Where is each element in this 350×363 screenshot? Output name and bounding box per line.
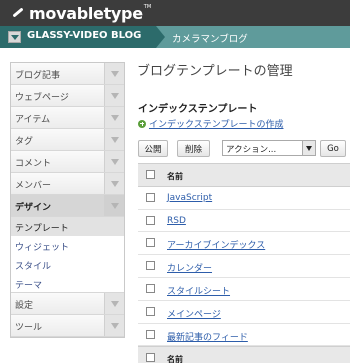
template-link[interactable]: カレンダー (167, 261, 212, 274)
create-template-link[interactable]: インデックステンプレートの作成 (138, 117, 283, 130)
movabletype-logo[interactable]: movabletype TM (10, 3, 151, 23)
row-checkbox[interactable] (146, 261, 155, 271)
template-link[interactable]: JavaScript (167, 193, 212, 203)
sidebar-item-label: アイテム (15, 115, 51, 125)
table-row: JavaScript (138, 186, 350, 210)
sidebar-subitem-label: テンプレート (15, 224, 69, 234)
section-title: インデックステンプレート (138, 104, 258, 115)
logo-trademark: TM (143, 4, 152, 10)
sidebar-nav: ブログ記事 ウェブページ アイテム タグ コメント メンバー デザイン テンプレ… (10, 62, 125, 338)
chevron-down-icon[interactable] (104, 107, 124, 128)
sidebar-item-label: ウェブページ (15, 93, 69, 103)
table-row: アーカイブインデックス (138, 232, 350, 256)
sidebar-subitem-label: スタイル (15, 262, 52, 272)
template-link[interactable]: アーカイブインデックス (167, 238, 265, 251)
template-link[interactable]: スタイルシート (167, 284, 230, 297)
table-row: RSD (138, 209, 350, 233)
chevron-down-icon[interactable] (104, 129, 124, 150)
row-checkbox[interactable] (146, 215, 155, 225)
chevron-down-icon[interactable] (104, 63, 124, 84)
sidebar-item-label: タグ (15, 137, 34, 147)
go-button[interactable]: Go (320, 140, 346, 157)
row-checkbox[interactable] (146, 283, 155, 293)
blog-dropdown-icon[interactable] (8, 31, 21, 43)
template-link[interactable]: メインページ (167, 307, 221, 320)
chevron-down-icon[interactable] (104, 315, 124, 336)
sidebar-item-design[interactable]: デザイン (11, 195, 124, 217)
logo-mark-icon (10, 5, 26, 21)
select-all-checkbox[interactable] (146, 170, 155, 179)
blog-selector[interactable]: GLASSY-VIDEO BLOG (0, 26, 165, 48)
sidebar-item-members[interactable]: メンバー (11, 173, 124, 195)
row-checkbox[interactable] (146, 306, 155, 316)
chevron-down-icon[interactable] (104, 173, 124, 194)
sidebar-item-label: デザイン (15, 203, 52, 213)
row-checkbox[interactable] (146, 329, 155, 339)
publish-button[interactable]: 公開 (138, 140, 168, 157)
sidebar-item-assets[interactable]: アイテム (11, 107, 124, 129)
chevron-down-icon[interactable] (302, 141, 315, 155)
page-title: ブログテンプレートの管理 (137, 64, 293, 79)
column-header-name[interactable]: 名前 (167, 171, 183, 182)
top-bar: movabletype TM (0, 0, 350, 26)
sidebar-item-label: 設定 (15, 301, 34, 311)
chevron-down-icon[interactable] (104, 195, 124, 216)
sidebar-item-label: ツール (15, 323, 43, 333)
sidebar-subitem-templates[interactable]: テンプレート (11, 217, 124, 236)
table-row: スタイルシート (138, 277, 350, 301)
action-select-value: アクション... (226, 145, 277, 155)
create-template-link-text[interactable]: インデックステンプレートの作成 (149, 117, 283, 130)
logo-text: movabletype (29, 3, 143, 23)
template-link[interactable]: 最新記事のフィード (167, 330, 248, 343)
chevron-down-icon[interactable] (104, 85, 124, 106)
sidebar-item-tools[interactable]: ツール (11, 315, 124, 337)
sidebar-item-label: コメント (15, 159, 52, 169)
blog-bar: GLASSY-VIDEO BLOG カメラマンブログ (0, 26, 350, 48)
sidebar-subitem-label: テーマ (15, 281, 43, 291)
action-select[interactable]: アクション... (222, 140, 316, 156)
row-checkbox[interactable] (146, 192, 155, 202)
sidebar-item-entries[interactable]: ブログ記事 (11, 63, 124, 85)
sidebar-item-comments[interactable]: コメント (11, 151, 124, 173)
sidebar-subitem-themes[interactable]: テーマ (11, 274, 124, 293)
table-row: カレンダー (138, 255, 350, 278)
template-link[interactable]: RSD (167, 216, 186, 226)
sidebar-subitem-widgets[interactable]: ウィジェット (11, 236, 124, 255)
chevron-down-icon[interactable] (104, 151, 124, 172)
column-footer-name[interactable]: 名前 (167, 354, 183, 363)
template-table: 名前 JavaScript RSD アーカイブインデックス カレンダー スタイル… (138, 163, 350, 363)
sidebar-item-pages[interactable]: ウェブページ (11, 85, 124, 107)
sidebar-item-settings[interactable]: 設定 (11, 293, 124, 315)
breadcrumb[interactable]: カメラマンブログ (172, 31, 248, 45)
blog-name[interactable]: GLASSY-VIDEO BLOG (27, 30, 141, 41)
sidebar-subitem-label: ウィジェット (15, 243, 70, 253)
row-checkbox[interactable] (146, 238, 155, 248)
sidebar-subitem-styles[interactable]: スタイル (11, 255, 124, 274)
table-header-row: 名前 (138, 164, 350, 187)
sidebar-item-tags[interactable]: タグ (11, 129, 124, 151)
table-footer-row: 名前 (138, 346, 350, 363)
chevron-down-icon[interactable] (104, 293, 124, 314)
add-icon (138, 119, 146, 128)
delete-button[interactable]: 削除 (177, 140, 210, 157)
sidebar-item-label: ブログ記事 (15, 71, 61, 81)
sidebar-item-label: メンバー (15, 181, 52, 191)
table-row: メインページ (138, 300, 350, 324)
table-row: 最新記事のフィード (138, 323, 350, 347)
select-all-checkbox[interactable] (146, 353, 155, 363)
